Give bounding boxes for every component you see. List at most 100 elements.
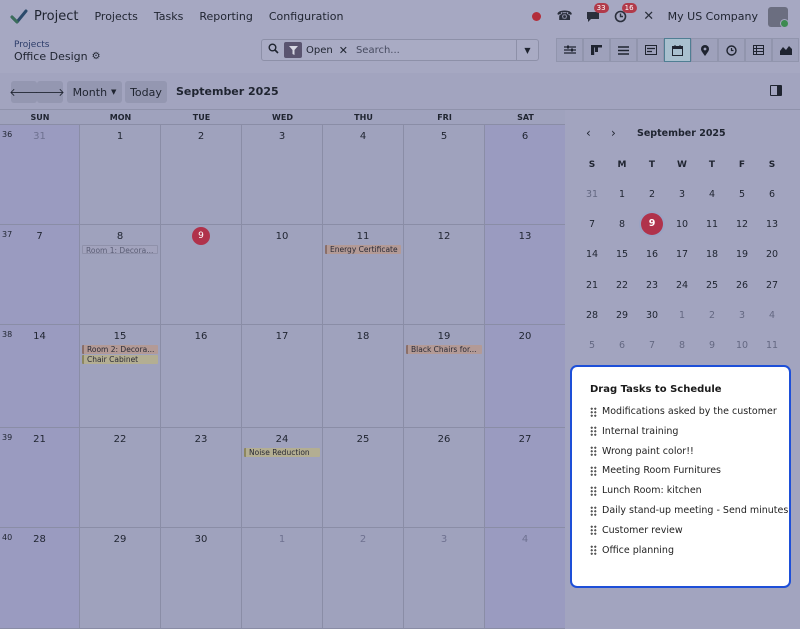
mini-calendar-day[interactable]: 4 [757,310,787,321]
form-view-icon[interactable] [637,38,664,62]
calendar-day-cell[interactable]: 26 [404,428,485,528]
calendar-day-cell[interactable]: 24 Noise Reduction [242,428,323,528]
calendar-day-cell[interactable]: 22 [80,428,161,528]
mini-calendar-day[interactable]: 2 [637,189,667,200]
calendar-view-icon[interactable] [664,38,691,62]
mini-calendar-day[interactable]: 7 [637,340,667,351]
mini-calendar-day[interactable]: 11 [697,219,727,230]
search-input[interactable] [355,44,516,56]
mini-calendar-day[interactable]: 2 [697,310,727,321]
drag-handle-icon[interactable] [590,465,597,476]
mini-calendar-day[interactable]: 10 [667,219,697,230]
mini-calendar-day[interactable]: 26 [727,280,757,291]
calendar-day-cell[interactable]: 4 [485,528,566,629]
mini-calendar-day[interactable]: 18 [697,249,727,260]
activities-clock-icon[interactable]: 16 [610,2,637,28]
drag-handle-icon[interactable] [590,485,597,496]
mini-calendar-day[interactable]: 22 [607,280,637,291]
mini-calendar-day[interactable]: 29 [607,310,637,321]
mini-calendar-day[interactable]: 4 [697,189,727,200]
search-options-dropdown-icon[interactable]: ▼ [516,40,538,60]
mini-calendar-day[interactable]: 6 [757,189,787,200]
calendar-day-cell[interactable]: 5 [404,125,485,225]
tools-icon[interactable]: ✕ [638,6,660,28]
calendar-event[interactable]: Energy Certificate [325,245,401,254]
mini-calendar-day[interactable]: 7 [577,219,607,230]
calendar-day-cell[interactable]: 11 Energy Certificate [323,225,404,325]
remove-facet-icon[interactable]: ✕ [339,44,348,57]
calendar-day-cell[interactable]: 30 [161,528,242,629]
calendar-day-cell[interactable]: 15 Room 2: Decora... Chair Cabinet [80,325,161,428]
draggable-task-item[interactable]: Wrong paint color!! [590,446,694,457]
draggable-task-item[interactable]: Internal training [590,426,678,437]
mini-calendar-day[interactable]: 30 [637,310,667,321]
draggable-task-item[interactable]: Customer review [590,525,683,536]
mini-calendar-day[interactable]: 20 [757,249,787,260]
mini-calendar-day[interactable]: 16 [637,249,667,260]
mini-calendar-day[interactable]: 8 [607,219,637,230]
messages-icon[interactable]: 33 [582,2,609,28]
mini-calendar-day[interactable]: 31 [577,189,607,200]
calendar-day-cell[interactable]: 7 37 [0,225,80,325]
mini-calendar-day[interactable]: 11 [757,340,787,351]
mini-calendar-today[interactable]: 9 [641,213,663,235]
drag-handle-icon[interactable] [590,545,597,556]
calendar-day-cell[interactable]: 23 [161,428,242,528]
draggable-task-item[interactable]: Meeting Room Furnitures [590,465,721,476]
sidebar-toggle-icon[interactable] [770,85,782,96]
phone-icon[interactable]: ☎ [554,6,576,28]
mini-calendar-day[interactable]: 21 [577,280,607,291]
calendar-day-cell[interactable]: 8 Room 1: Decora... [80,225,161,325]
mini-calendar-day[interactable]: 24 [667,280,697,291]
menu-reporting[interactable]: Reporting [199,10,252,23]
mini-calendar-next-icon[interactable]: › [611,126,616,140]
calendar-day-cell[interactable]: 17 [242,325,323,428]
calendar-day-cell[interactable]: 1 [242,528,323,629]
list-view-icon[interactable] [610,38,637,62]
mini-calendar-day[interactable]: 10 [727,340,757,351]
draggable-task-item[interactable]: Lunch Room: kitchen [590,485,702,496]
calendar-day-cell[interactable]: 12 [404,225,485,325]
calendar-day-cell[interactable]: 19 Black Chairs for... [404,325,485,428]
calendar-day-cell[interactable]: 20 [485,325,566,428]
mini-calendar-day[interactable]: 13 [757,219,787,230]
drag-handle-icon[interactable] [590,406,597,417]
gear-icon[interactable]: ⚙ [92,51,101,62]
prev-period-button[interactable]: 🡐 [9,81,39,103]
mini-calendar-day[interactable]: 5 [727,189,757,200]
calendar-event[interactable]: Room 2: Decora... [82,345,158,354]
mini-calendar-day[interactable]: 8 [667,340,697,351]
mini-calendar-day[interactable]: 27 [757,280,787,291]
calendar-day-cell[interactable]: 28 40 [0,528,80,629]
calendar-day-cell[interactable]: 1 [80,125,161,225]
draggable-task-item[interactable]: Daily stand-up meeting - Send minutes [590,505,788,516]
mini-calendar-day[interactable]: 25 [697,280,727,291]
user-avatar[interactable] [768,6,788,27]
calendar-event[interactable]: Black Chairs for... [406,345,482,354]
calendar-day-cell[interactable]: 10 [242,225,323,325]
filter-settings-icon[interactable] [556,38,583,62]
calendar-day-cell[interactable]: 6 [485,125,566,225]
calendar-day-cell[interactable]: 29 [80,528,161,629]
mini-calendar-day[interactable]: 28 [577,310,607,321]
calendar-day-cell[interactable]: 3 [242,125,323,225]
mini-calendar-day[interactable]: 15 [607,249,637,260]
draggable-task-item[interactable]: Office planning [590,545,674,556]
mini-calendar-day[interactable]: 3 [667,189,697,200]
activity-view-icon[interactable] [718,38,745,62]
calendar-event[interactable]: Room 1: Decora... [82,245,158,254]
calendar-day-cell[interactable]: 2 [323,528,404,629]
calendar-day-cell[interactable]: 16 [161,325,242,428]
drag-handle-icon[interactable] [590,426,597,437]
mini-calendar-day[interactable]: 14 [577,249,607,260]
mini-calendar-day[interactable]: 19 [727,249,757,260]
calendar-day-cell[interactable]: 14 38 [0,325,80,428]
mini-calendar-day[interactable]: 1 [607,189,637,200]
calendar-day-cell[interactable]: 25 [323,428,404,528]
mini-calendar-day[interactable]: 3 [727,310,757,321]
menu-configuration[interactable]: Configuration [269,10,344,23]
menu-projects[interactable]: Projects [94,10,137,23]
mini-calendar-day[interactable]: 5 [577,340,607,351]
calendar-day-cell[interactable]: 3 [404,528,485,629]
mini-calendar-day[interactable]: 6 [607,340,637,351]
